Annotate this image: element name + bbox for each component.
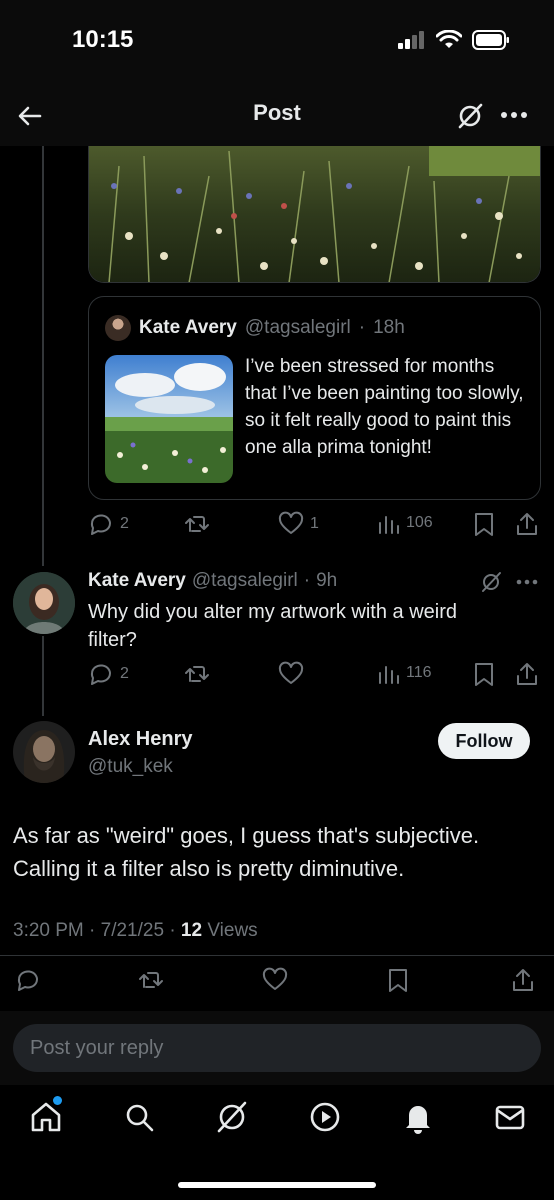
- share-icon[interactable]: [510, 967, 536, 993]
- alex-avatar-image: [13, 721, 75, 783]
- post-time: 9h: [316, 570, 338, 591]
- notifications-icon[interactable]: [400, 1099, 436, 1135]
- thread-line: [42, 146, 44, 566]
- battery-icon: [472, 30, 509, 50]
- top-header: Post: [0, 86, 554, 146]
- post-time: 18h: [373, 317, 405, 338]
- divider: [0, 955, 554, 956]
- views-button[interactable]: 106: [376, 511, 433, 535]
- grok-icon[interactable]: [214, 1099, 250, 1135]
- like-icon: [278, 511, 304, 534]
- reply-icon: [90, 514, 111, 535]
- views-icon: [379, 666, 399, 684]
- status-bar: 10:15: [0, 0, 554, 86]
- follow-button[interactable]: Follow: [438, 723, 530, 759]
- bookmark-icon: [475, 663, 493, 686]
- signal-icon: [398, 31, 424, 49]
- share-button[interactable]: [515, 661, 539, 687]
- notification-dot: [53, 1096, 62, 1105]
- bookmark-icon[interactable]: [386, 967, 410, 993]
- status-icons: [398, 30, 510, 50]
- post-text: As far as "weird" goes, I guess that's s…: [13, 823, 480, 881]
- painting-image[interactable]: [88, 146, 541, 283]
- landscape-painting: [105, 355, 233, 483]
- views-button[interactable]: 116: [376, 661, 432, 685]
- reply-text: Why did you alter my artwork with a weir…: [88, 601, 458, 651]
- author-handle: @tagsalegirl: [244, 317, 351, 338]
- repost-icon: [185, 666, 209, 682]
- author-name: Kate Avery: [139, 317, 237, 338]
- search-icon[interactable]: [121, 1099, 157, 1135]
- grok-icon[interactable]: [480, 571, 502, 593]
- like-icon: [278, 661, 304, 684]
- reply-composer: [0, 1011, 554, 1085]
- reply-input[interactable]: [13, 1024, 541, 1072]
- repost-icon: [185, 516, 209, 532]
- home-indicator: [178, 1182, 376, 1188]
- reply-action-bar: 2 116: [88, 661, 541, 691]
- like-button[interactable]: [278, 661, 304, 687]
- reply-count: 2: [120, 515, 129, 532]
- reply-button[interactable]: 2: [88, 661, 129, 687]
- reply-count: 2: [120, 665, 129, 682]
- quoted-post-thumbnail[interactable]: [105, 355, 233, 483]
- bookmark-button[interactable]: [472, 661, 496, 687]
- avatar[interactable]: [13, 721, 75, 783]
- avatar[interactable]: [13, 572, 75, 634]
- more-icon[interactable]: [500, 110, 528, 120]
- like-button[interactable]: 1: [278, 511, 319, 537]
- kate-avatar-image: [13, 572, 75, 634]
- views-count: 106: [406, 514, 433, 531]
- reply-header: Kate Avery @tagsalegirl · 9h: [88, 570, 337, 592]
- quoted-post-card[interactable]: Kate Avery @tagsalegirl · 18h I’ve been …: [88, 296, 541, 500]
- video-icon[interactable]: [307, 1099, 343, 1135]
- author-handle[interactable]: @tuk_kek: [88, 756, 173, 778]
- bookmark-icon: [475, 513, 493, 536]
- thread-line: [42, 636, 44, 716]
- quoted-post-text: I’ve been stressed for months that I’ve …: [245, 356, 524, 458]
- bottom-tab-bar: [0, 1085, 554, 1200]
- like-icon[interactable]: [261, 967, 289, 993]
- share-button[interactable]: [515, 511, 539, 537]
- avatar[interactable]: [105, 315, 131, 341]
- more-icon[interactable]: [516, 578, 538, 586]
- repost-button[interactable]: [184, 661, 210, 687]
- reply-icon: [90, 664, 111, 685]
- views-count: 116: [406, 664, 432, 681]
- dot-separator: ·: [358, 317, 366, 338]
- author-name[interactable]: Kate Avery: [88, 570, 186, 592]
- status-time: 10:15: [72, 26, 134, 53]
- quoted-post-header: Kate Avery @tagsalegirl · 18h: [105, 315, 405, 341]
- share-icon: [517, 663, 537, 685]
- bookmark-button[interactable]: [472, 511, 496, 537]
- messages-icon[interactable]: [492, 1099, 528, 1135]
- repost-icon[interactable]: [137, 967, 165, 993]
- views-count: 12: [180, 920, 203, 941]
- like-count: 1: [310, 515, 319, 532]
- meadow-painting: [89, 146, 540, 282]
- post-action-bar: 2 1 106: [88, 511, 541, 541]
- author-handle: @tagsalegirl: [191, 570, 298, 591]
- share-icon: [517, 513, 537, 535]
- dot-separator: ·: [303, 570, 311, 591]
- post-timestamp: 3:20 PM · 7/21/25 ·: [13, 920, 181, 941]
- wifi-icon: [436, 30, 462, 48]
- reply-button[interactable]: 2: [88, 511, 129, 537]
- reply-icon[interactable]: [15, 967, 41, 993]
- author-name[interactable]: Alex Henry: [88, 728, 193, 751]
- views-icon: [379, 516, 399, 534]
- post-meta: 3:20 PM · 7/21/25 · 12 Views: [13, 920, 258, 942]
- views-label[interactable]: Views: [202, 920, 257, 941]
- repost-button[interactable]: [184, 511, 210, 537]
- grok-icon[interactable]: [456, 102, 484, 130]
